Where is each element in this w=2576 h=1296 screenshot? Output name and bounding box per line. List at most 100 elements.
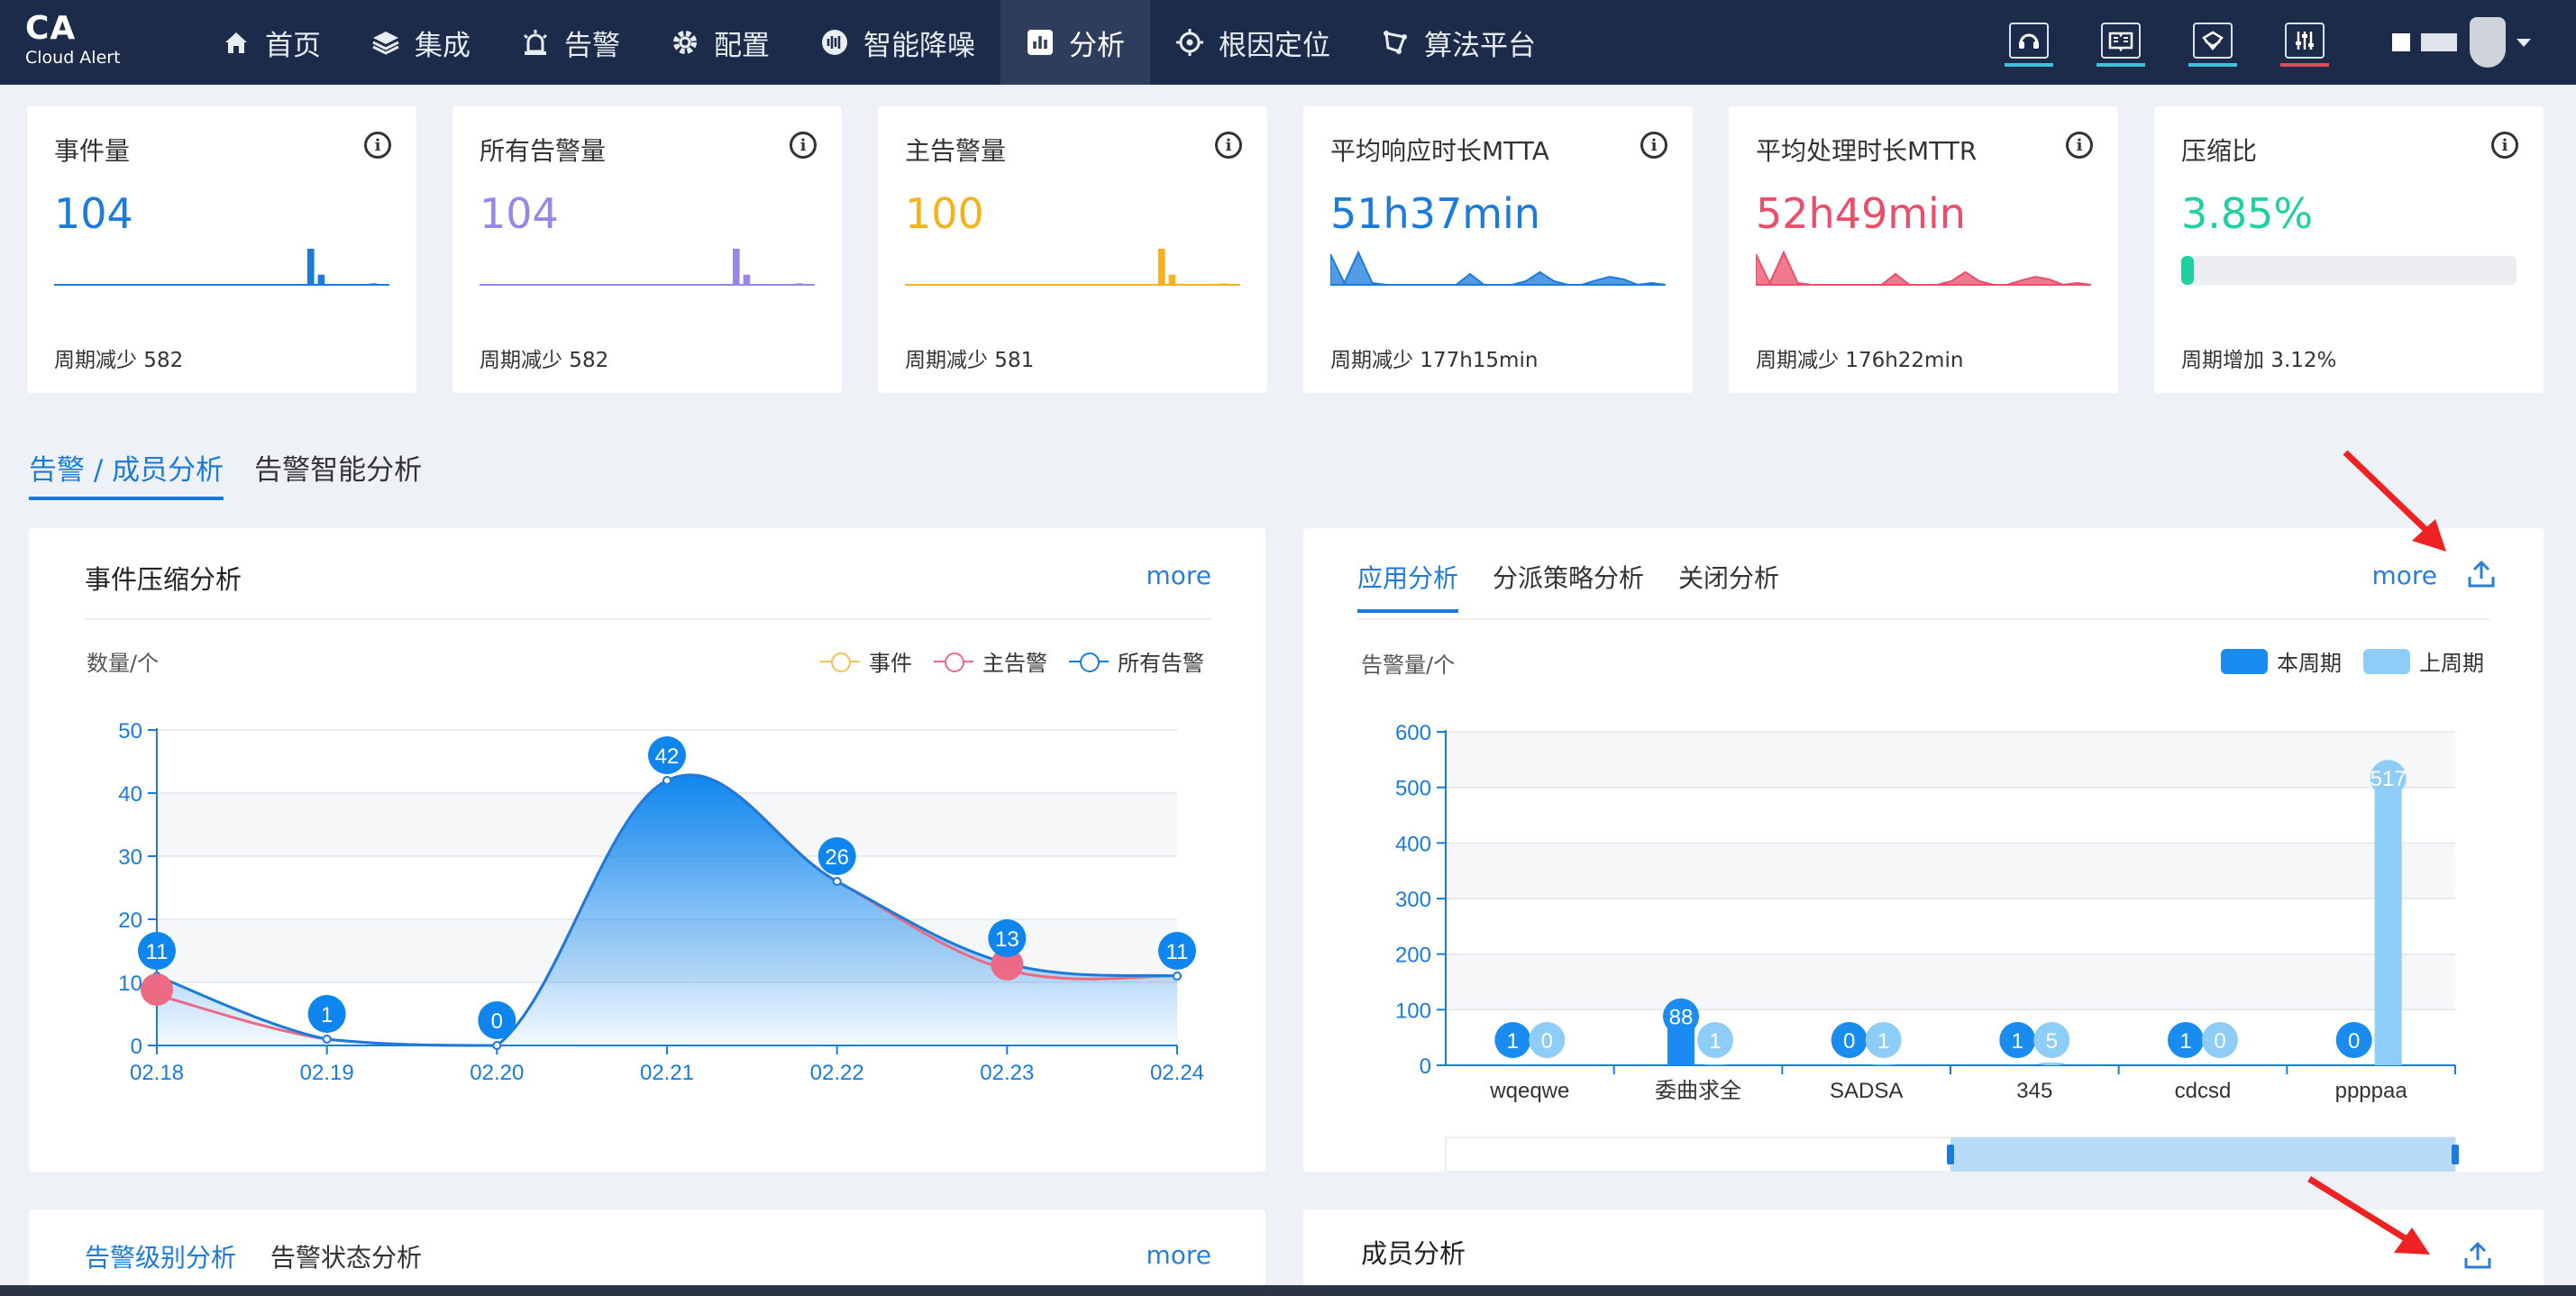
avatar	[2470, 17, 2506, 68]
info-icon[interactable]: i	[2491, 132, 2518, 159]
main-tabs: 告警 / 成员分析 告警智能分析	[29, 447, 452, 500]
nav-item-root-cause[interactable]: 根因定位	[1150, 0, 1356, 85]
x-tick-label: 02.21	[640, 1061, 694, 1085]
target-icon	[1175, 28, 1204, 57]
y-tick-label: 300	[1395, 888, 1431, 912]
nav-item-algorithm[interactable]: 算法平台	[1356, 0, 1561, 85]
bar-previous-period	[1869, 1064, 1897, 1065]
sparkline-area	[1756, 250, 2091, 287]
info-icon[interactable]: i	[364, 132, 391, 159]
data-zoom-window	[1950, 1137, 2455, 1172]
bar-previous-period	[2374, 778, 2402, 1065]
info-icon[interactable]: i	[1215, 132, 1242, 159]
data-point-all-alarm	[1173, 972, 1182, 981]
annotation-arrow	[2343, 450, 2446, 552]
kpi-card-mtta: 平均响应时长MTTA i 51h37min 周期减少 177h15min	[1303, 106, 1693, 393]
kpi-title: 主告警量	[905, 136, 1007, 166]
sparkline-bar	[733, 249, 740, 285]
y-tick-label: 100	[1395, 999, 1431, 1023]
x-tick-label: 02.18	[130, 1061, 184, 1085]
nav-item-home[interactable]: 首页	[196, 0, 346, 85]
y-tick-label: 40	[118, 782, 142, 807]
info-icon[interactable]: i	[2066, 132, 2093, 159]
sparkline-bar	[1158, 249, 1165, 285]
top-navigation-bar: CA Cloud Alert 首页 集成 告警 配置 智能降噪 分析 根因定位 …	[0, 0, 2576, 85]
grid-band	[1446, 843, 2455, 899]
data-label: 0	[1843, 1029, 1855, 1054]
tab-alarm-member-analysis[interactable]: 告警 / 成员分析	[29, 447, 224, 500]
bar-current-period	[1499, 1064, 1527, 1065]
x-tick-label: ppppaa	[2335, 1079, 2408, 1103]
tool-support[interactable]	[2005, 18, 2053, 67]
sparkline	[1330, 250, 1666, 287]
data-label: 1	[1507, 1029, 1519, 1054]
data-point-all-alarm	[492, 1041, 502, 1050]
y-tick-label: 600	[1395, 721, 1431, 745]
sparkline-bar	[317, 274, 325, 285]
bar-base	[2374, 1053, 2402, 1065]
tab-alarm-status-analysis[interactable]: 告警状态分析	[270, 1238, 422, 1289]
bar-base	[1667, 1053, 1694, 1065]
more-link[interactable]: more	[1146, 1240, 1211, 1270]
nav-item-label: 集成	[415, 29, 470, 62]
nav-item-alarm[interactable]: 告警	[496, 0, 645, 85]
data-label: 0	[2214, 1029, 2225, 1054]
tool-settings[interactable]	[2280, 18, 2329, 67]
data-label: 0	[2348, 1029, 2360, 1054]
nav-item-integration[interactable]: 集成	[346, 0, 496, 85]
user-menu[interactable]	[2392, 17, 2531, 68]
info-icon[interactable]: i	[790, 132, 817, 159]
data-label: 88	[1669, 1006, 1694, 1030]
sparkline	[480, 249, 815, 286]
data-label: 0	[491, 1009, 503, 1034]
user-name-block	[2421, 33, 2457, 51]
kpi-period-change: 周期减少 176h22min	[1756, 349, 1964, 372]
noise-reduction-icon	[820, 28, 849, 57]
data-label: 1	[1877, 1029, 1889, 1054]
data-label: 1	[2012, 1029, 2023, 1054]
export-upload-icon[interactable]	[2462, 1240, 2493, 1271]
algorithm-icon	[1381, 28, 1410, 57]
data-label: 1	[1709, 1029, 1721, 1054]
y-tick-label: 0	[1420, 1054, 1431, 1079]
brand-name: CA	[25, 10, 77, 47]
bar-previous-period	[2038, 1062, 2066, 1065]
headset-icon	[2009, 23, 2049, 59]
application-analysis-chart: 0100200300400500600wqeqwe1 0委曲求全881SADSA0…	[1395, 721, 2459, 1172]
tab-alarm-level-analysis[interactable]: 告警级别分析	[85, 1238, 236, 1289]
bar-previous-period	[1702, 1064, 1729, 1065]
sparkline-area	[1330, 250, 1666, 287]
sparkline-bar	[743, 274, 751, 285]
nav-item-label: 首页	[265, 29, 321, 62]
alarm-level-panel: 告警级别分析 告警状态分析 more	[29, 1209, 1265, 1296]
annotation-arrow	[2307, 1176, 2430, 1255]
nav-item-noise-reduction[interactable]: 智能降噪	[795, 0, 1000, 85]
bar-current-period	[2172, 1064, 2199, 1065]
kpi-period-change: 周期增加 3.12%	[2181, 349, 2337, 372]
data-label: 1	[321, 1003, 333, 1027]
home-icon	[222, 28, 251, 57]
alarm-level-tabs: 告警级别分析 告警状态分析	[85, 1238, 456, 1289]
bar-chart-icon	[1026, 28, 1055, 57]
grid-band	[1446, 954, 2455, 1010]
panel-title: 成员分析	[1361, 1238, 1466, 1269]
kpi-period-change: 周期减少 177h15min	[1330, 349, 1539, 372]
x-tick-label: wqeqwe	[1489, 1079, 1569, 1103]
sliders-icon	[2285, 23, 2325, 59]
data-label: 11	[1166, 940, 1189, 964]
data-label: 5	[2046, 1029, 2058, 1054]
tool-docs[interactable]	[2096, 18, 2145, 67]
progress-fill	[2181, 256, 2195, 285]
kpi-title: 压缩比	[2181, 136, 2258, 166]
brand-logo[interactable]: CA Cloud Alert	[25, 11, 121, 68]
kpi-card-all-alarm-count: 所有告警量 i 104 周期减少 582	[452, 106, 842, 393]
data-point-all-alarm	[832, 877, 842, 886]
info-icon[interactable]: i	[1640, 132, 1667, 159]
tool-premium[interactable]	[2188, 18, 2237, 67]
data-label: 26	[825, 845, 849, 870]
nav-item-analysis[interactable]: 分析	[1000, 0, 1150, 85]
nav-item-config[interactable]: 配置	[645, 0, 795, 85]
sparkline-bar	[1168, 274, 1176, 285]
brand-subtitle: Cloud Alert	[25, 48, 121, 68]
tab-alarm-intelligent-analysis[interactable]: 告警智能分析	[254, 447, 422, 500]
